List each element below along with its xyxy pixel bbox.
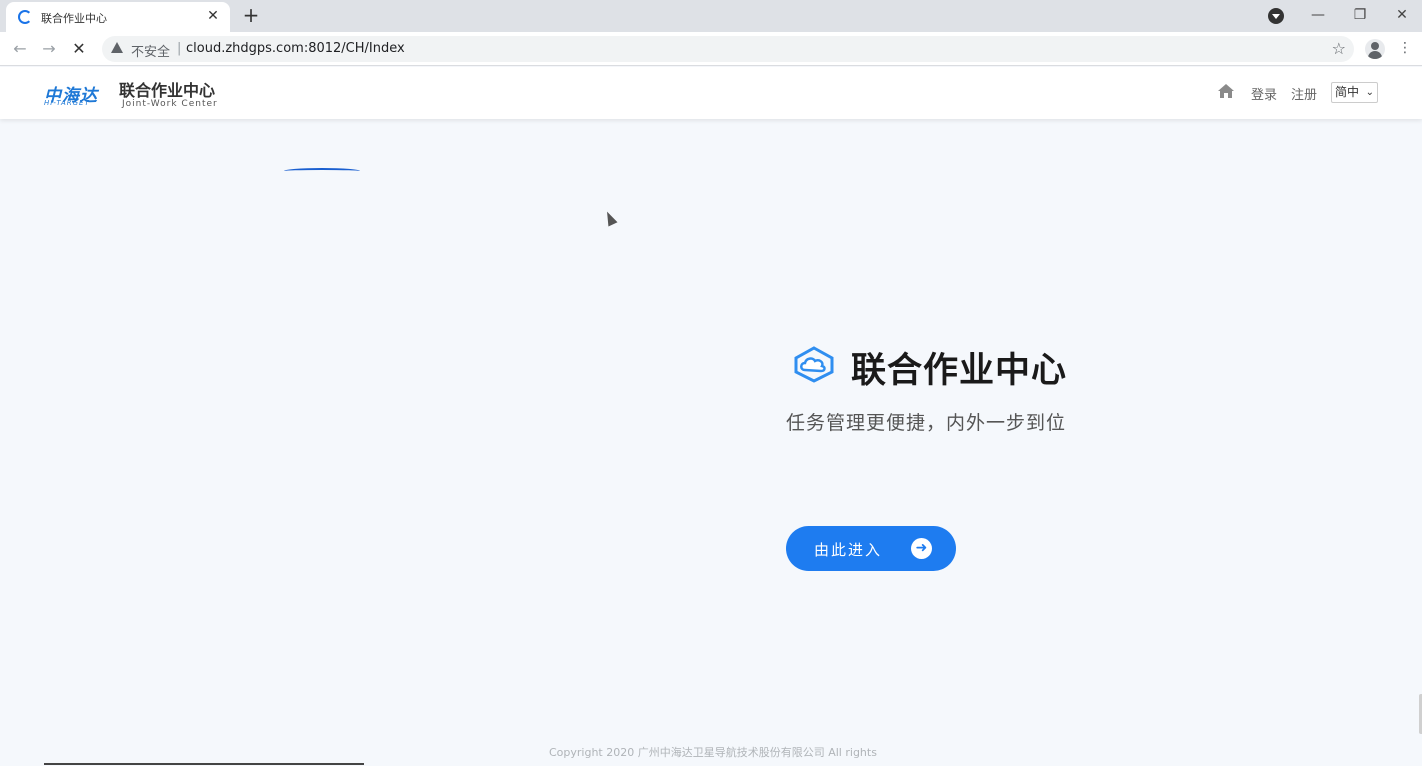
browser-tab[interactable]: 联合作业中心 ✕ bbox=[6, 2, 230, 32]
warning-icon[interactable] bbox=[111, 42, 123, 53]
copyright-text: Copyright 2020 广州中海达卫星导航技术股份有限公司 All rig… bbox=[549, 746, 877, 759]
enter-button[interactable]: 由此进入 ➜ bbox=[786, 526, 956, 571]
browser-toolbar: ← → ✕ 不安全 | cloud.zhdgps.com:8012/CH/Ind… bbox=[0, 32, 1422, 66]
register-link[interactable]: 注册 bbox=[1291, 84, 1317, 103]
site-name: 联合作业中心 bbox=[119, 81, 216, 100]
browser-tabstrip: 联合作业中心 ✕ + — ❐ ✕ bbox=[0, 0, 1422, 32]
address-bar[interactable]: 不安全 | cloud.zhdgps.com:8012/CH/Index ☆ bbox=[102, 36, 1354, 62]
avatar-icon[interactable] bbox=[1365, 39, 1385, 59]
language-value: 简中 bbox=[1335, 85, 1360, 99]
login-link[interactable]: 登录 bbox=[1251, 84, 1277, 103]
new-tab-button[interactable]: + bbox=[240, 5, 262, 27]
site-subtitle: Joint-Work Center bbox=[122, 99, 218, 109]
hero-title: 联合作业中心 bbox=[851, 351, 1068, 391]
forward-icon[interactable]: → bbox=[38, 38, 60, 60]
insecure-label[interactable]: 不安全 bbox=[131, 41, 170, 60]
tab-title: 联合作业中心 bbox=[41, 12, 107, 25]
arrow-right-icon: ➜ bbox=[911, 538, 932, 559]
cloud-icon bbox=[794, 346, 834, 383]
restore-button[interactable]: ❐ bbox=[1346, 4, 1374, 26]
hero-subtitle: 任务管理更便捷，内外一步到位 bbox=[786, 412, 1067, 434]
home-icon[interactable] bbox=[1217, 83, 1235, 99]
tab-close-icon[interactable]: ✕ bbox=[204, 7, 222, 25]
language-select[interactable]: 简中 ⌄ bbox=[1331, 82, 1378, 103]
url-text[interactable]: cloud.zhdgps.com:8012/CH/Index bbox=[186, 41, 405, 56]
brand-logo[interactable]: 中海达 HI-TARGET bbox=[44, 81, 106, 107]
site-header: 中海达 HI-TARGET 联合作业中心 Joint-Work Center 登… bbox=[0, 67, 1422, 119]
separator: | bbox=[177, 41, 182, 56]
loading-spinner-icon bbox=[18, 10, 32, 24]
bottom-divider bbox=[44, 763, 364, 765]
loading-indicator bbox=[284, 168, 360, 174]
minimize-button[interactable]: — bbox=[1304, 4, 1332, 26]
window-close-button[interactable]: ✕ bbox=[1388, 4, 1416, 26]
enter-button-label: 由此进入 bbox=[814, 541, 883, 559]
stop-loading-icon[interactable]: ✕ bbox=[68, 38, 90, 60]
bookmark-star-icon[interactable]: ☆ bbox=[1332, 39, 1346, 58]
mouse-cursor-icon bbox=[602, 209, 618, 227]
brand-logo-en: HI-TARGET bbox=[44, 99, 90, 107]
profile-menu-icon[interactable] bbox=[1268, 8, 1284, 24]
browser-menu-icon[interactable]: ⋮ bbox=[1398, 40, 1412, 56]
chevron-down-icon: ⌄ bbox=[1365, 87, 1374, 98]
back-icon[interactable]: ← bbox=[9, 38, 31, 60]
